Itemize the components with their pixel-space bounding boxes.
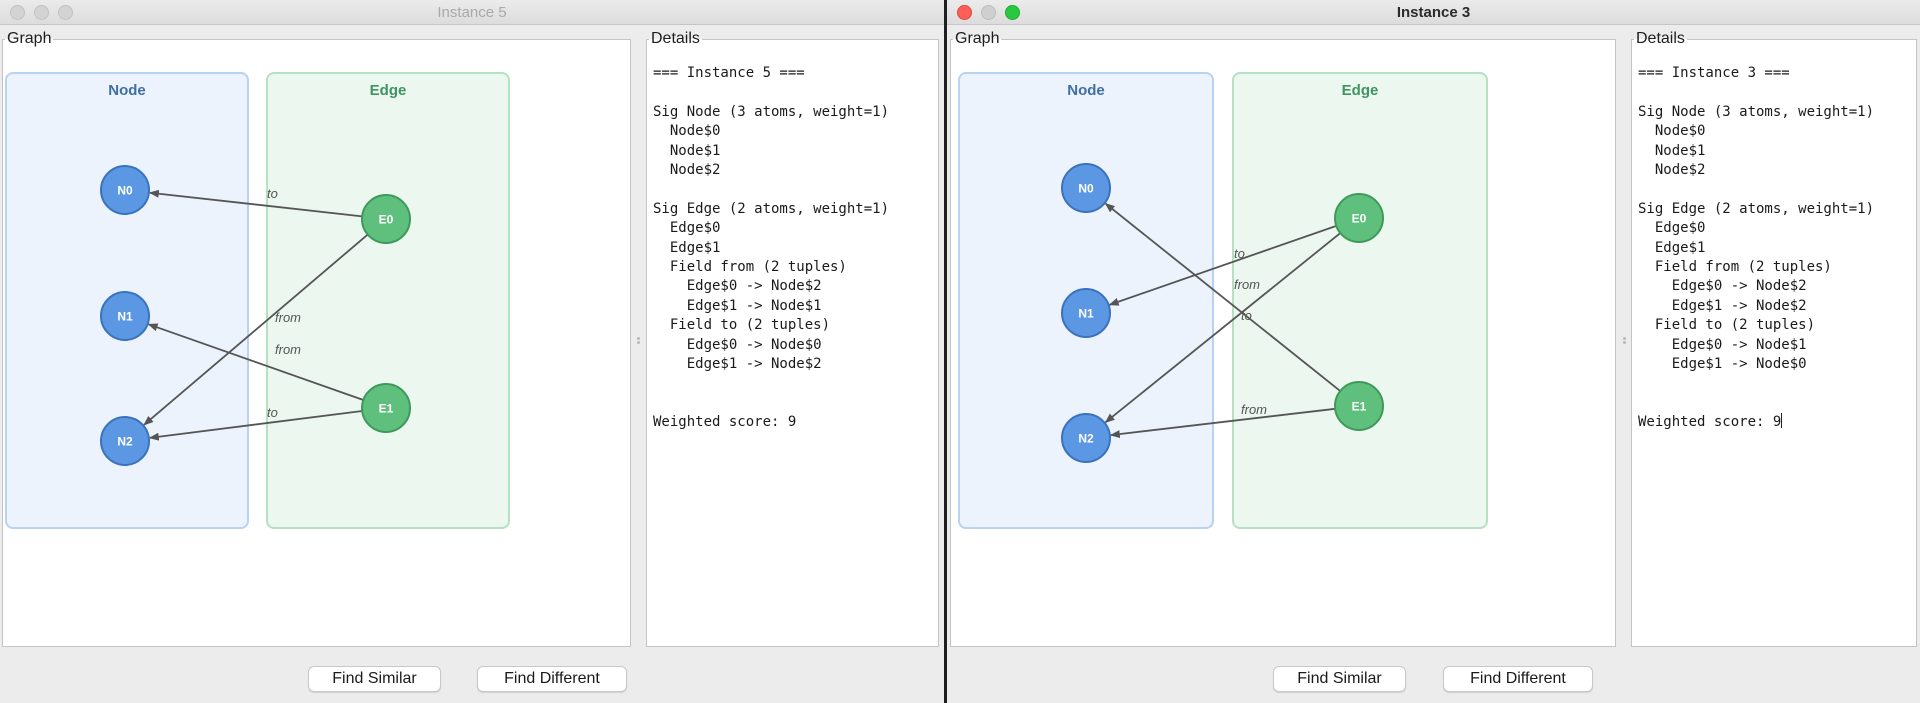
arrow-label: to — [1234, 246, 1245, 261]
edge-group-box — [1232, 72, 1488, 529]
arrow-label: to — [267, 405, 278, 420]
graph-panel: Graph Node Edge to from to from N0 N1 N2 E0 E1 — [950, 30, 1616, 647]
window-title: Instance 5 — [437, 4, 507, 21]
graph-panel-label: Graph — [955, 30, 1000, 47]
graph-panel: Graph Node Edge to from from to N0 N1 N2 E0 E1 — [2, 30, 631, 647]
details-line: Field to (2 tuples) — [653, 317, 831, 334]
zoom-window-button[interactable] — [58, 5, 73, 20]
edge-atom-label: E1 — [1352, 400, 1367, 414]
details-line: Edge$1 — [1638, 239, 1706, 256]
node-atom-label: N0 — [117, 184, 133, 198]
arrow-label: from — [275, 310, 301, 325]
details-panel-label: Details — [1636, 30, 1685, 47]
window-instance-3[interactable]: Instance 3 Graph Node Edge to from to from N0 N… — [947, 0, 1920, 703]
details-text-area[interactable]: === Instance 3 === Sig Node (3 atoms, we… — [1638, 64, 1912, 642]
details-panel-label: Details — [651, 30, 700, 47]
node-atom-label: N0 — [1078, 182, 1094, 196]
details-line: === Instance 5 === — [653, 65, 805, 81]
edge-atom-label: E1 — [379, 402, 394, 416]
edge-group-title: Edge — [370, 82, 407, 99]
zoom-window-button[interactable] — [1005, 5, 1020, 20]
edge-group-box — [266, 72, 510, 529]
graph-canvas[interactable]: Node Edge to from from to N0 N1 N2 E0 E1 — [3, 48, 632, 665]
find-similar-button[interactable]: Find Similar — [308, 666, 441, 692]
details-line: Edge$1 -> Node$2 — [653, 356, 822, 373]
details-line: Edge$1 -> Node$2 — [1638, 297, 1807, 314]
arrow-label: to — [267, 186, 278, 201]
details-line: === Instance 3 === — [1638, 65, 1790, 81]
details-line: Field from (2 tuples) — [653, 259, 847, 276]
details-line: Weighted score: 9 — [653, 414, 797, 431]
details-line: Node$0 — [653, 123, 721, 140]
details-line: Node$1 — [653, 142, 721, 159]
arrow-label: to — [1241, 308, 1252, 323]
traffic-lights — [10, 5, 82, 20]
find-different-button[interactable]: Find Different — [1443, 666, 1593, 692]
title-bar[interactable]: Instance 3 — [947, 0, 1920, 25]
find-similar-button[interactable]: Find Similar — [1273, 666, 1406, 692]
arrow-label: from — [1241, 402, 1267, 417]
window-instance-5[interactable]: Instance 5 Graph Node Edge to from from to N0 N… — [0, 0, 944, 703]
edge-atom-label: E0 — [379, 213, 394, 227]
minimize-window-button[interactable] — [34, 5, 49, 20]
window-title: Instance 3 — [1396, 4, 1471, 21]
close-window-button[interactable] — [10, 5, 25, 20]
details-line: Edge$1 -> Node$0 — [1638, 356, 1807, 373]
details-line: Node$2 — [1638, 162, 1706, 179]
edge-atom-label: E0 — [1352, 212, 1367, 226]
details-line: Edge$0 -> Node$1 — [1638, 336, 1807, 353]
details-line: Edge$0 -> Node$2 — [1638, 278, 1807, 295]
details-line: Node$1 — [1638, 142, 1706, 159]
traffic-lights — [957, 5, 1029, 20]
details-line: Edge$0 — [653, 220, 721, 237]
details-line: Edge$0 — [1638, 220, 1706, 237]
details-line: Node$0 — [1638, 123, 1706, 140]
details-line: Edge$0 -> Node$2 — [653, 278, 822, 295]
text-caret — [1781, 413, 1783, 429]
details-line: Sig Node (3 atoms, weight=1) — [653, 103, 890, 120]
details-line: Edge$1 — [653, 239, 721, 256]
details-line: Weighted score: 9 — [1638, 414, 1782, 431]
close-window-button[interactable] — [957, 5, 972, 20]
details-line: Sig Edge (2 atoms, weight=1) — [1638, 200, 1875, 217]
details-line: Sig Node (3 atoms, weight=1) — [1638, 103, 1875, 120]
split-divider-handle[interactable] — [1623, 337, 1626, 345]
details-panel: Details === Instance 3 === Sig Node (3 a… — [1631, 30, 1917, 647]
split-divider-handle[interactable] — [637, 337, 640, 345]
arrow-label: from — [1234, 277, 1260, 292]
graph-canvas[interactable]: Node Edge to from to from N0 N1 N2 E0 E1 — [951, 48, 1617, 665]
node-group-title: Node — [108, 82, 146, 99]
node-group-title: Node — [1067, 82, 1105, 99]
minimize-window-button[interactable] — [981, 5, 996, 20]
details-line: Field from (2 tuples) — [1638, 259, 1832, 276]
details-line: Edge$1 -> Node$1 — [653, 297, 822, 314]
node-atom-label: N2 — [117, 435, 133, 449]
title-bar[interactable]: Instance 5 — [0, 0, 944, 25]
node-atom-label: N1 — [1078, 307, 1094, 321]
arrow-label: from — [275, 342, 301, 357]
details-panel: Details === Instance 5 === Sig Node (3 a… — [646, 30, 939, 647]
edge-group-title: Edge — [1342, 82, 1379, 99]
details-text-area[interactable]: === Instance 5 === Sig Node (3 atoms, we… — [653, 64, 934, 642]
node-atom-label: N2 — [1078, 432, 1094, 446]
details-line: Sig Edge (2 atoms, weight=1) — [653, 200, 890, 217]
find-different-button[interactable]: Find Different — [477, 666, 627, 692]
details-line: Node$2 — [653, 162, 721, 179]
node-atom-label: N1 — [117, 310, 133, 324]
graph-panel-label: Graph — [7, 30, 52, 47]
details-line: Field to (2 tuples) — [1638, 317, 1816, 334]
details-line: Edge$0 -> Node$0 — [653, 336, 822, 353]
